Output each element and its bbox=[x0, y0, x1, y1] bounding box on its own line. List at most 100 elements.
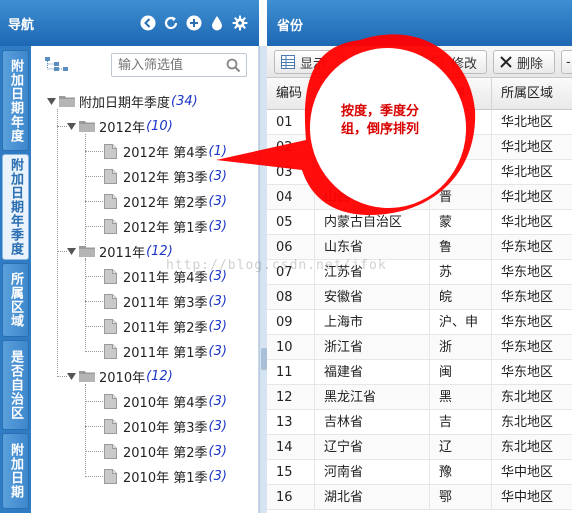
table-row[interactable]: 13 吉林省吉东北地区 bbox=[267, 410, 572, 435]
tree-quarter-count: (3) bbox=[208, 443, 227, 459]
table-row[interactable]: 08 安徽省皖华东地区 bbox=[267, 285, 572, 310]
tree-quarter-node[interactable]: 2010年 第4季 (3) bbox=[104, 392, 227, 411]
add-icon[interactable] bbox=[185, 14, 203, 32]
cell-abbr: 豫 bbox=[430, 460, 492, 485]
tree-quarter-count: (3) bbox=[208, 218, 227, 234]
cell-abbr: 鲁 bbox=[430, 235, 492, 260]
tree-quarter-label: 2010年 第1季 bbox=[123, 470, 208, 486]
tab-date-year[interactable]: 附加日期年度 bbox=[2, 50, 29, 151]
col-header-code[interactable]: 编码 bbox=[267, 78, 315, 110]
cell-code: 12 bbox=[267, 385, 315, 410]
table-row[interactable]: 12 黑龙江省黑东北地区 bbox=[267, 385, 572, 410]
tree-layout-icon[interactable] bbox=[45, 57, 69, 75]
tree-year-node[interactable]: 2010年 (12) bbox=[67, 367, 173, 386]
drop-icon[interactable] bbox=[208, 14, 226, 32]
folder-icon bbox=[79, 245, 95, 257]
table-row[interactable]: 09 上海市 沪、申 华东地区 bbox=[267, 310, 572, 335]
folder-icon bbox=[79, 370, 95, 382]
tree-year-node[interactable]: 2011年 (12) bbox=[67, 242, 173, 261]
cell-code: 05 bbox=[267, 210, 315, 235]
document-icon bbox=[104, 193, 117, 209]
more-button[interactable]: - bbox=[561, 50, 572, 74]
tree-quarter-node[interactable]: 2010年 第3季 (3) bbox=[104, 417, 227, 436]
tree-quarter-node[interactable]: 2012年 第1季 (3) bbox=[104, 217, 227, 236]
cell-name: 安徽省 bbox=[315, 285, 430, 310]
table-row[interactable]: 04 山西晋华北地区 bbox=[267, 185, 572, 210]
tree-quarter-node[interactable]: 2012年 第2季 (3) bbox=[104, 192, 227, 211]
tree-year-count: (12) bbox=[146, 243, 173, 259]
cell-region: 华东地区 bbox=[492, 335, 572, 360]
cell-region: 华北地区 bbox=[492, 110, 572, 135]
tree-year-count: (10) bbox=[146, 118, 173, 134]
tree-year-node[interactable]: 2012年 (10) bbox=[67, 117, 173, 136]
edit-label: 修改 bbox=[451, 56, 478, 72]
cell-code: 15 bbox=[267, 460, 315, 485]
cell-name: 黑龙江省 bbox=[315, 385, 430, 410]
collapse-icon[interactable] bbox=[67, 122, 76, 131]
tab-region[interactable]: 所属区域 bbox=[2, 263, 29, 337]
tree-quarter-node[interactable]: 2011年 第1季 (3) bbox=[104, 342, 227, 361]
refresh-icon[interactable] bbox=[162, 14, 180, 32]
tree-quarter-node[interactable]: 2011年 第2季 (3) bbox=[104, 317, 227, 336]
table-row[interactable]: 05 内蒙古自治区蒙华北地区 bbox=[267, 210, 572, 235]
delete-button[interactable]: 删除 bbox=[493, 50, 555, 74]
panel-splitter[interactable] bbox=[259, 46, 267, 513]
cell-abbr: 闽 bbox=[430, 360, 492, 385]
callout-text: 按度，季度分 组，倒序排列 bbox=[330, 103, 430, 139]
cell-name: 辽宁省 bbox=[315, 435, 430, 460]
tree-root[interactable]: 附加日期年季度 (34) bbox=[47, 92, 198, 111]
more-icon: - bbox=[566, 54, 571, 70]
cell-name: 山东省 bbox=[315, 235, 430, 260]
back-icon[interactable] bbox=[139, 14, 157, 32]
table-row[interactable]: 14 辽宁省辽东北地区 bbox=[267, 435, 572, 460]
watermark: http://blog.csdn.net/jfok bbox=[166, 258, 387, 273]
cell-code: 03 bbox=[267, 160, 315, 185]
callout-line-2: 组，倒序排列 bbox=[340, 122, 419, 137]
tree-quarter-node[interactable]: 2010年 第1季 (3) bbox=[104, 467, 227, 486]
collapse-icon[interactable] bbox=[67, 372, 76, 381]
tree-quarter-node[interactable]: 2011年 第3季 (3) bbox=[104, 292, 227, 311]
document-icon bbox=[104, 343, 117, 359]
tab-date[interactable]: 附加日期 bbox=[2, 433, 29, 509]
cell-abbr: 冀 bbox=[430, 160, 492, 185]
document-icon bbox=[104, 393, 117, 409]
tree-quarter-label: 2012年 第4季 bbox=[123, 145, 208, 161]
document-icon bbox=[104, 468, 117, 484]
gear-icon[interactable] bbox=[231, 14, 249, 32]
tree-quarter-node[interactable]: 2010年 第2季 (3) bbox=[104, 442, 227, 461]
tree-quarter-node[interactable]: 2012年 第3季 (3) bbox=[104, 167, 227, 186]
table-icon bbox=[281, 55, 295, 69]
cell-region: 华北地区 bbox=[492, 160, 572, 185]
nav-header: 导航 bbox=[0, 0, 259, 46]
tree-quarter-label: 2011年 第1季 bbox=[123, 345, 208, 361]
tree-year-label: 2010年 bbox=[99, 370, 146, 386]
table-row[interactable]: 16 湖北省鄂华中地区 bbox=[267, 485, 572, 510]
tab-date-year-quarter[interactable]: 附加日期年季度 bbox=[2, 154, 29, 260]
filter-input[interactable] bbox=[112, 54, 222, 76]
col-header-abbr[interactable]: 简称 bbox=[430, 78, 492, 110]
table-row[interactable]: 15 河南省豫华中地区 bbox=[267, 460, 572, 485]
table-row[interactable]: 10 浙江省浙华东地区 bbox=[267, 335, 572, 360]
cell-region: 华北地区 bbox=[492, 185, 572, 210]
cell-region: 华中地区 bbox=[492, 485, 572, 510]
cell-name: 河南省 bbox=[315, 460, 430, 485]
table-row[interactable]: 06 山东省鲁华东地区 bbox=[267, 235, 572, 260]
cell-name: 福建省 bbox=[315, 360, 430, 385]
collapse-icon[interactable] bbox=[47, 97, 56, 106]
tree-quarter-node[interactable]: 2012年 第4季 (1) bbox=[104, 142, 227, 161]
show-button[interactable]: 显示 bbox=[274, 50, 344, 74]
tab-autonomous[interactable]: 是否自治区 bbox=[2, 340, 29, 430]
search-icon[interactable] bbox=[226, 58, 241, 77]
cell-abbr: 浙 bbox=[430, 335, 492, 360]
table-row[interactable]: 03 冀华北地区 bbox=[267, 160, 572, 185]
cell-region: 华东地区 bbox=[492, 260, 572, 285]
callout-line-1: 按度，季度分 bbox=[340, 104, 419, 119]
tree-quarter-count: (3) bbox=[208, 343, 227, 359]
edit-button[interactable]: 修改 bbox=[425, 50, 487, 74]
document-icon bbox=[104, 318, 117, 334]
table-row[interactable]: 11 福建省闽华东地区 bbox=[267, 360, 572, 385]
show-label: 显示 bbox=[300, 56, 327, 72]
cell-code: 10 bbox=[267, 335, 315, 360]
col-header-region[interactable]: 所属区域 bbox=[492, 78, 572, 110]
collapse-icon[interactable] bbox=[67, 247, 76, 256]
